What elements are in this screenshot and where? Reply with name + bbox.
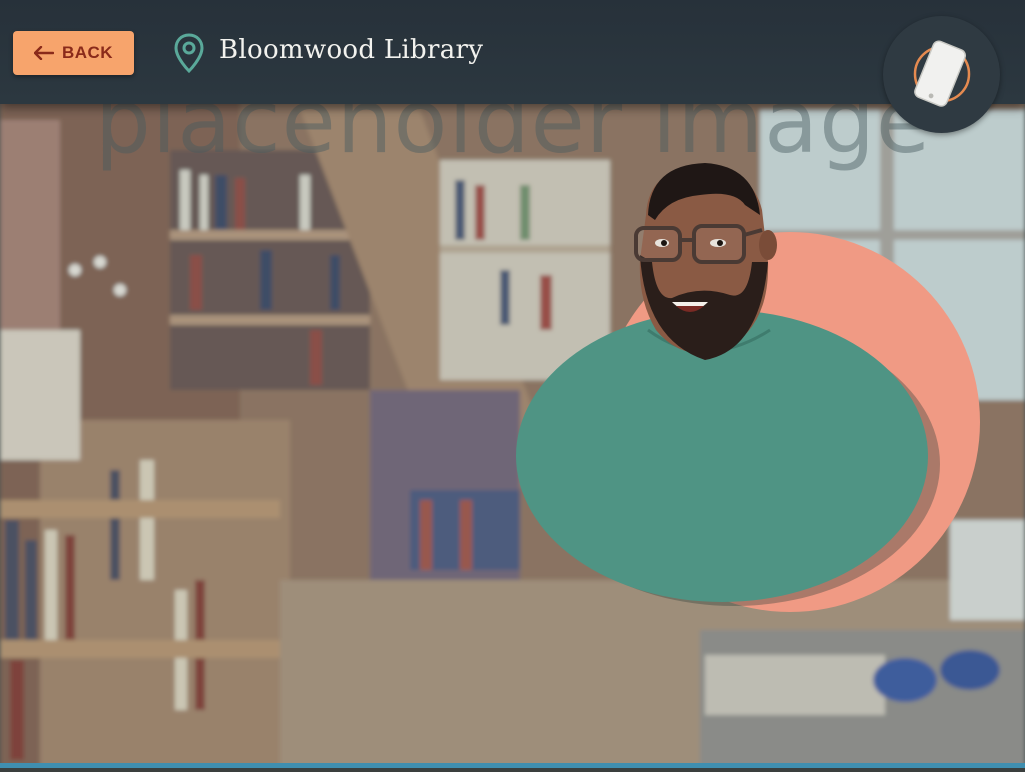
bottom-accent-line xyxy=(0,763,1025,768)
back-button-label: BACK xyxy=(61,43,114,62)
map-pin-icon xyxy=(174,33,204,73)
header-bar: BACK Bloomwood Library xyxy=(0,0,1025,104)
phone-button[interactable] xyxy=(883,16,1000,133)
back-button[interactable]: BACK xyxy=(13,31,134,75)
arrow-left-icon xyxy=(33,46,54,60)
location-title: Bloomwood Library xyxy=(219,35,484,65)
phone-icon xyxy=(913,40,971,107)
